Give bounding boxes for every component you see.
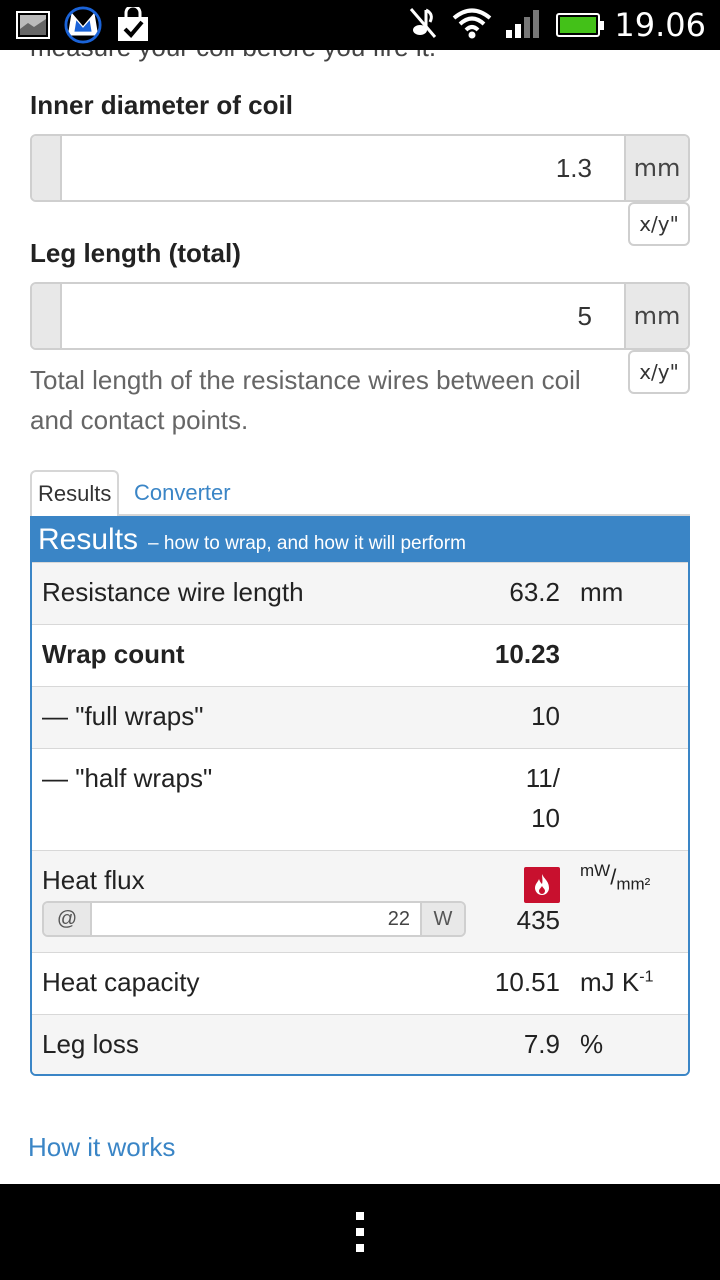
wrap-count-value: 10.23 [494, 639, 560, 669]
battery-icon [556, 13, 605, 37]
wire-length-value: 63.2 [509, 577, 560, 607]
leg-length-group: mm [30, 282, 690, 350]
heat-flux-value: 435 [516, 905, 560, 935]
heat-flux-label: Heat flux [42, 865, 145, 895]
wrap-count-label: Wrap count [42, 639, 185, 669]
input-addon-left [32, 284, 62, 348]
watts-at-addon: @ [44, 903, 92, 935]
full-wraps-label: — "full wraps" [42, 701, 204, 731]
page-content: measure your coil before you fire it. In… [0, 50, 720, 1184]
malwarebytes-icon [64, 6, 102, 44]
half-wraps-value-line2: 10 [531, 803, 560, 833]
results-panel: Results – how to wrap, and how it will p… [30, 516, 690, 1076]
flame-icon [524, 867, 560, 903]
leg-length-input[interactable] [62, 284, 624, 348]
navigation-bar [0, 1184, 720, 1280]
inner-diameter-unit: mm [624, 136, 688, 200]
heat-flux-unit: mW/mm² [580, 861, 651, 894]
gallery-icon [14, 6, 52, 44]
heat-capacity-unit: mJ K-1 [580, 967, 653, 998]
heat-flux-unit-den: mm² [616, 874, 651, 894]
mute-icon [408, 6, 438, 45]
leg-length-help: Total length of the resistance wires bet… [30, 365, 581, 435]
half-wraps-value-line1: 11/ [525, 763, 560, 793]
leg-loss-unit: % [580, 1029, 604, 1059]
wifi-icon [452, 7, 492, 44]
row-full-wraps: — "full wraps" 10 [32, 686, 688, 748]
inner-diameter-group: mm [30, 134, 690, 202]
signal-icon [506, 8, 542, 43]
half-wraps-label: — "half wraps" [42, 763, 213, 793]
intro-text-cut: measure your coil before you fire it. [30, 50, 436, 63]
input-addon-left [32, 136, 62, 200]
full-wraps-value: 10 [531, 701, 560, 731]
heat-capacity-value: 10.51 [494, 967, 560, 997]
shopping-bag-icon [114, 6, 152, 44]
tab-results[interactable]: Results [30, 470, 120, 518]
heat-capacity-unit-exp: -1 [639, 968, 654, 986]
inner-diameter-fraction-button[interactable]: x/y" [628, 202, 690, 246]
clock: 19.06 [614, 6, 706, 44]
results-title: Results [38, 523, 139, 556]
heat-capacity-unit-base: mJ K [580, 967, 640, 997]
watts-unit: W [420, 903, 464, 935]
inner-diameter-label: Inner diameter of coil [30, 90, 293, 120]
row-wrap-count: Wrap count 10.23 [32, 624, 688, 686]
inner-diameter-input[interactable] [62, 136, 624, 200]
how-it-works-link[interactable]: How it works [28, 1132, 175, 1163]
row-heat-capacity: Heat capacity 10.51 mJ K-1 [32, 952, 688, 1014]
wire-length-label: Resistance wire length [42, 577, 304, 607]
leg-loss-label: Leg loss [42, 1029, 139, 1059]
results-header: Results – how to wrap, and how it will p… [32, 518, 688, 562]
tab-converter[interactable]: Converter [128, 470, 237, 516]
leg-loss-value: 7.9 [523, 1029, 560, 1059]
wire-length-unit: mm [580, 577, 624, 607]
heat-capacity-label: Heat capacity [42, 967, 200, 997]
heat-flux-unit-num: mW [580, 861, 611, 880]
row-heat-flux: Heat flux @ W 435 mW/mm² [32, 850, 688, 952]
watts-input[interactable] [92, 903, 420, 935]
results-subtitle: – how to wrap, and how it will perform [148, 533, 466, 554]
status-bar: 19.06 [0, 0, 720, 50]
result-tabs: Results Converter [30, 470, 690, 518]
leg-length-unit: mm [624, 284, 688, 348]
leg-length-label: Leg length (total) [30, 238, 241, 268]
row-half-wraps: — "half wraps" 11/ 10 [32, 748, 688, 850]
row-leg-loss: Leg loss 7.9 % [32, 1014, 688, 1074]
row-wire-length: Resistance wire length 63.2 mm [32, 562, 688, 624]
leg-length-fraction-button[interactable]: x/y" [628, 350, 690, 394]
overflow-menu-icon[interactable] [354, 1212, 366, 1252]
watts-input-group: @ W [42, 901, 466, 937]
